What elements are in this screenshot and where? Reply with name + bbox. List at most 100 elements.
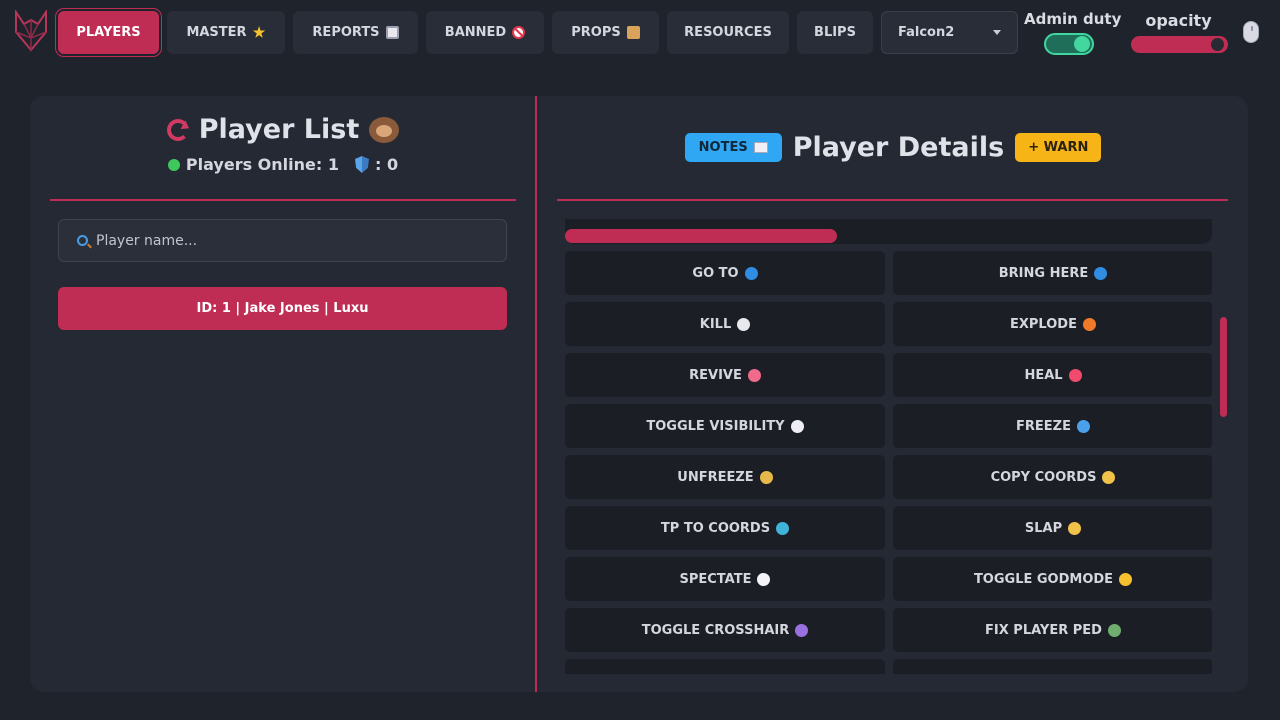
action-spectate-button[interactable]: SPECTATE	[565, 557, 885, 601]
action-unfreeze-button[interactable]: UNFREEZE	[565, 455, 885, 499]
shield-icon	[354, 156, 369, 173]
action-label: SLAP	[1024, 520, 1063, 536]
compass-icon	[1102, 470, 1116, 484]
tab-master[interactable]: MASTER	[167, 11, 285, 54]
actions-scroll-area: GO TO BRING HERE KILL EXPLODE REVIVE HEAL TOGG…	[565, 219, 1212, 674]
opacity-slider[interactable]	[1131, 36, 1228, 53]
player-progress-fill	[565, 229, 837, 243]
action-bring-here-button[interactable]: BRING HERE	[893, 251, 1212, 295]
heart-pulse-icon	[747, 368, 761, 382]
player-list-header: Player List Players Online: 1 : 0	[50, 114, 516, 174]
action-label: REVIVE	[689, 367, 742, 383]
server-select[interactable]: Falcon2	[881, 11, 1018, 54]
server-select-value: Falcon2	[898, 25, 955, 40]
ghost-icon	[790, 419, 804, 433]
tab-master-label: MASTER	[186, 25, 247, 40]
runner-icon	[759, 470, 773, 484]
panel-divider	[535, 96, 537, 692]
plus-icon	[795, 623, 809, 637]
opacity-slider-thumb[interactable]	[1211, 38, 1224, 51]
action-label: EXPLODE	[1010, 316, 1077, 332]
player-list-title: Player List	[198, 114, 360, 145]
action-label: TOGGLE VISIBILITY	[646, 418, 785, 434]
tab-props-label: PROPS	[571, 25, 621, 40]
action-toggle-crosshair-button[interactable]: TOGGLE CROSSHAIR	[565, 608, 885, 652]
admin-panel: Player List Players Online: 1 : 0 ID: 1 …	[30, 96, 1248, 692]
action-tp-to-coords-button[interactable]: TP TO COORDS	[565, 506, 885, 550]
player-progress-bar	[565, 219, 1212, 244]
admin-duty-control: Admin duty	[1024, 10, 1121, 55]
star-icon	[252, 26, 266, 38]
action-copy-coords-button[interactable]: COPY COORDS	[893, 455, 1212, 499]
action-label: GO TO	[692, 265, 739, 281]
refresh-icon[interactable]	[166, 118, 189, 141]
heart-icon	[1068, 368, 1082, 382]
sun-icon	[1119, 572, 1133, 586]
tab-reports-label: REPORTS	[312, 25, 380, 40]
action-label: UNFREEZE	[677, 469, 754, 485]
scrollbar-thumb[interactable]	[1220, 317, 1227, 417]
action-label: KILL	[699, 316, 732, 332]
box-icon	[626, 26, 640, 39]
notes-button[interactable]: NOTES	[684, 133, 782, 162]
skull-icon	[737, 317, 751, 331]
hand-icon	[1068, 521, 1082, 535]
right-divider	[557, 199, 1228, 201]
action-freeze-button[interactable]: FREEZE	[893, 404, 1212, 448]
search-icon	[77, 235, 88, 246]
action-label: GIVE CLOTHING MENU	[635, 674, 796, 675]
action-toggle-visibility-button[interactable]: TOGGLE VISIBILITY	[565, 404, 885, 448]
book-icon	[753, 142, 768, 153]
document-icon	[385, 26, 399, 39]
action-label: FIX PLAYER PED	[985, 622, 1102, 638]
tab-resources-label: RESOURCES	[684, 25, 772, 40]
action-heal-button[interactable]: HEAL	[893, 353, 1212, 397]
tab-players[interactable]: PLAYERS	[58, 11, 159, 54]
tab-blips-label: BLIPS	[814, 25, 856, 40]
action-label: COPY COORDS	[990, 469, 1097, 485]
action-slap-button[interactable]: SLAP	[893, 506, 1212, 550]
cold-face-icon	[1076, 419, 1090, 433]
tab-reports[interactable]: REPORTS	[293, 11, 418, 54]
tab-blips[interactable]: BLIPS	[797, 11, 873, 54]
action-give-clothing-menu-button[interactable]: GIVE CLOTHING MENU	[565, 659, 885, 674]
mouse-icon[interactable]	[1243, 21, 1259, 43]
main-nav: PLAYERS MASTER REPORTS BANNED PROPS RESO…	[58, 11, 873, 54]
admin-duty-toggle[interactable]	[1044, 33, 1094, 55]
warn-button-label: + WARN	[1028, 140, 1089, 155]
tab-resources[interactable]: RESOURCES	[667, 11, 789, 54]
chevron-down-icon	[993, 30, 1001, 35]
admin-count: : 0	[374, 155, 399, 174]
online-dot-icon	[167, 158, 180, 171]
tab-banned[interactable]: BANNED	[426, 11, 544, 54]
action-label: SPECTATE	[679, 571, 752, 587]
explosion-icon	[1082, 317, 1096, 331]
arrow-right-icon	[744, 266, 758, 280]
player-details-title: Player Details	[792, 132, 1005, 163]
player-details-header: NOTES Player Details + WARN	[558, 132, 1228, 163]
action-label: TP TO COORDS	[660, 520, 771, 536]
action-label: HEAL	[1024, 367, 1063, 383]
player-list-item[interactable]: ID: 1 | Jake Jones | Luxu	[58, 287, 507, 330]
action-fix-player-ped-button[interactable]: FIX PLAYER PED	[893, 608, 1212, 652]
search-input[interactable]	[96, 232, 476, 249]
map-book-icon	[776, 521, 790, 535]
admin-duty-label: Admin duty	[1024, 10, 1122, 28]
player-search	[58, 219, 507, 262]
opacity-label: opacity	[1145, 11, 1212, 30]
action-label: TOGGLE GODMODE	[973, 571, 1114, 587]
actions-grid: GO TO BRING HERE KILL EXPLODE REVIVE HEAL TOGG…	[565, 251, 1212, 674]
action-fix-vehicle-button[interactable]: FIX VEHICLE	[893, 659, 1212, 674]
action-go-to-button[interactable]: GO TO	[565, 251, 885, 295]
notes-button-label: NOTES	[698, 140, 748, 155]
action-kill-button[interactable]: KILL	[565, 302, 885, 346]
player-list-title-row: Player List	[50, 114, 516, 145]
tab-props[interactable]: PROPS	[552, 11, 659, 54]
warn-button[interactable]: + WARN	[1015, 133, 1102, 162]
eyes-icon	[757, 572, 771, 586]
person-icon	[1107, 623, 1121, 637]
toggle-knob	[1074, 36, 1090, 52]
action-revive-button[interactable]: REVIVE	[565, 353, 885, 397]
action-toggle-godmode-button[interactable]: TOGGLE GODMODE	[893, 557, 1212, 601]
action-explode-button[interactable]: EXPLODE	[893, 302, 1212, 346]
